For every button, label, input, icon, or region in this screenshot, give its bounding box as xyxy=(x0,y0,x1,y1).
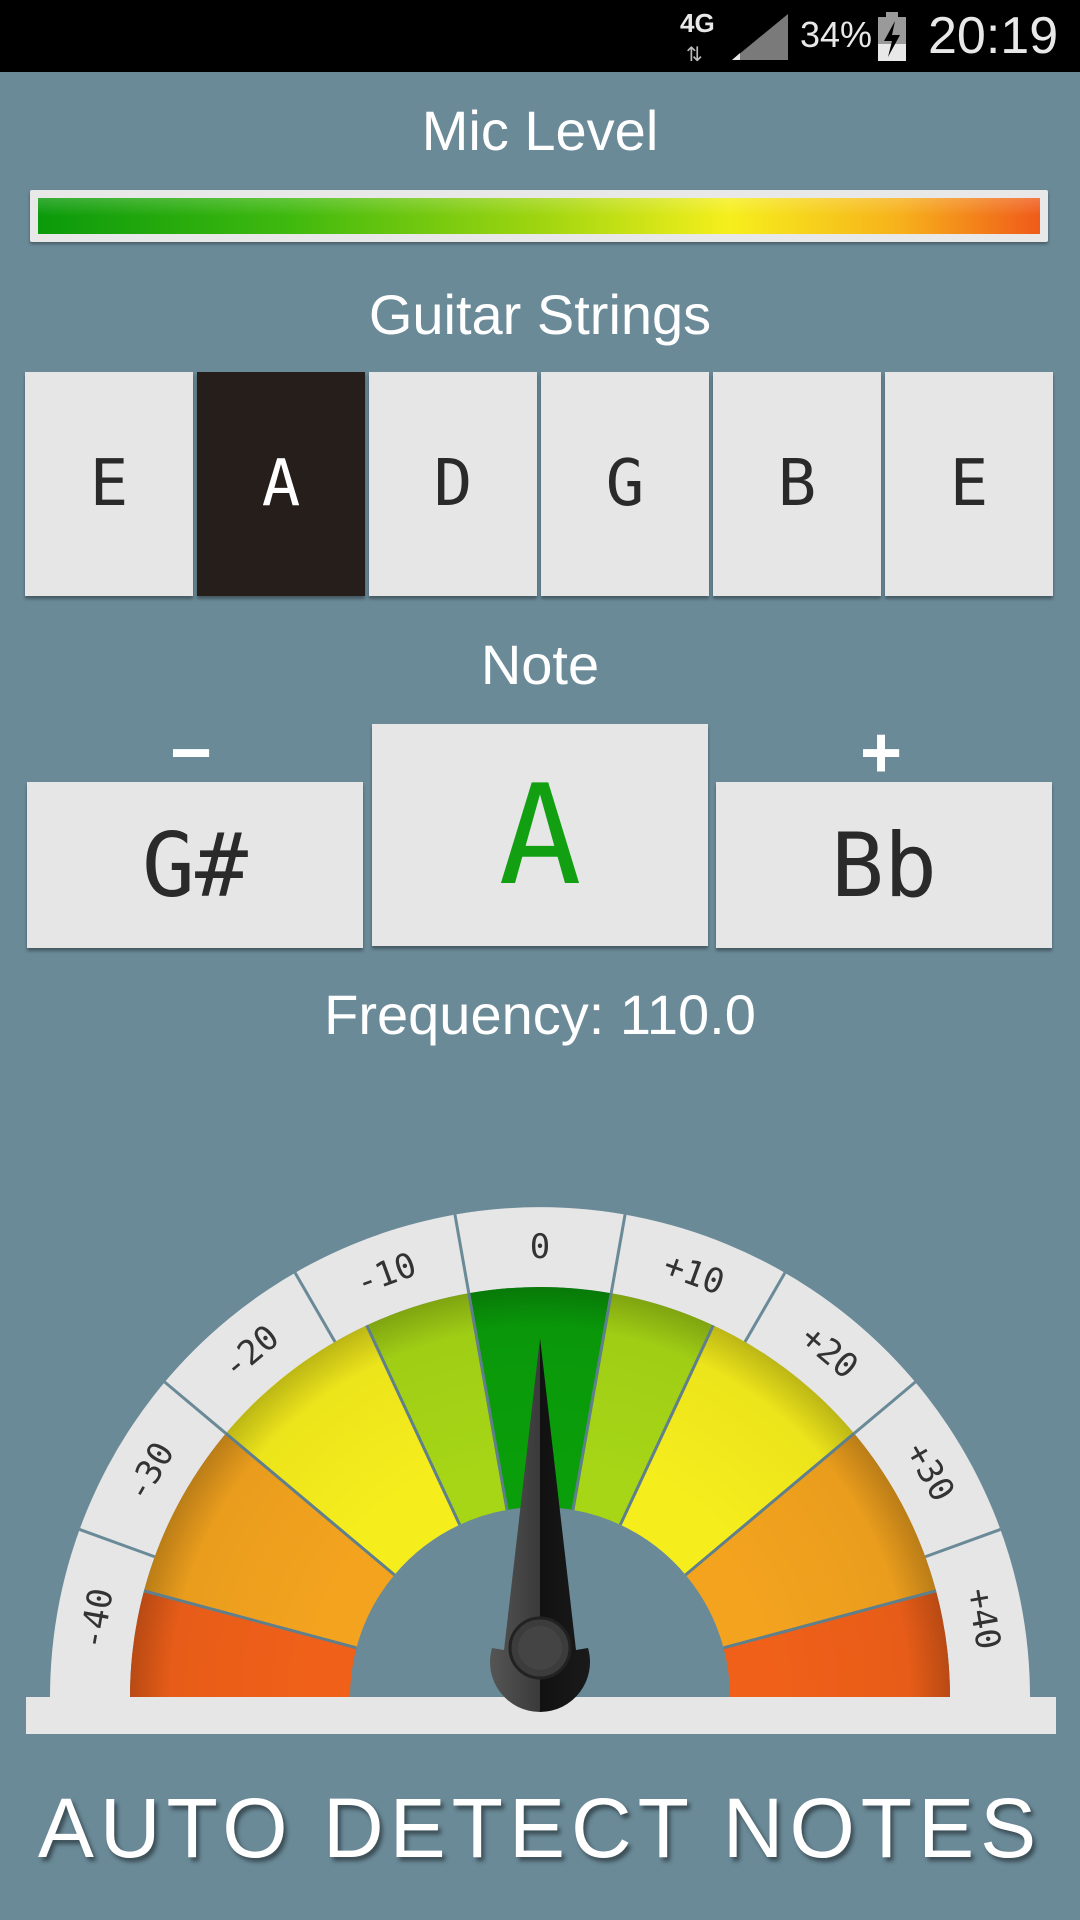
battery-percent: 34% xyxy=(800,14,873,55)
string-button-e-high[interactable]: E xyxy=(885,372,1053,596)
previous-note-button[interactable]: G# xyxy=(27,782,363,948)
mic-level-title: Mic Level xyxy=(421,99,659,162)
note-title: Note xyxy=(480,633,600,696)
string-button-a[interactable]: A xyxy=(197,372,365,596)
string-button-e-low[interactable]: E xyxy=(25,372,193,596)
string-button-d[interactable]: D xyxy=(369,372,537,596)
guitar-strings-title: Guitar Strings xyxy=(368,283,712,346)
frequency-readout: Frequency: 110.0 xyxy=(324,983,756,1046)
status-bar: 4G ⇅ 34% 20:19 xyxy=(0,0,1080,72)
clock: 20:19 xyxy=(928,7,1059,65)
auto-detect-notes-button[interactable]: AUTO DETECT NOTES xyxy=(0,1780,1080,1877)
next-note-button[interactable]: Bb xyxy=(716,782,1052,948)
battery-charging-icon xyxy=(878,12,906,61)
current-note-display: A xyxy=(372,724,708,946)
network-type: 4G xyxy=(680,8,715,38)
current-note: A xyxy=(498,754,582,916)
mic-level-meter xyxy=(30,190,1048,242)
string-button-b[interactable]: B xyxy=(713,372,881,596)
network-indicator: 4G ⇅ xyxy=(678,8,724,66)
data-transfer-icon: ⇅ xyxy=(686,42,703,66)
string-button-g[interactable]: G xyxy=(541,372,709,596)
tuning-meter: -40-30-20-10 0 +10+20+30+40 xyxy=(26,1207,1056,1734)
meter-scale-label: 0 xyxy=(530,1227,550,1267)
mic-level-bar xyxy=(38,198,1040,234)
signal-strength-icon xyxy=(732,14,788,60)
